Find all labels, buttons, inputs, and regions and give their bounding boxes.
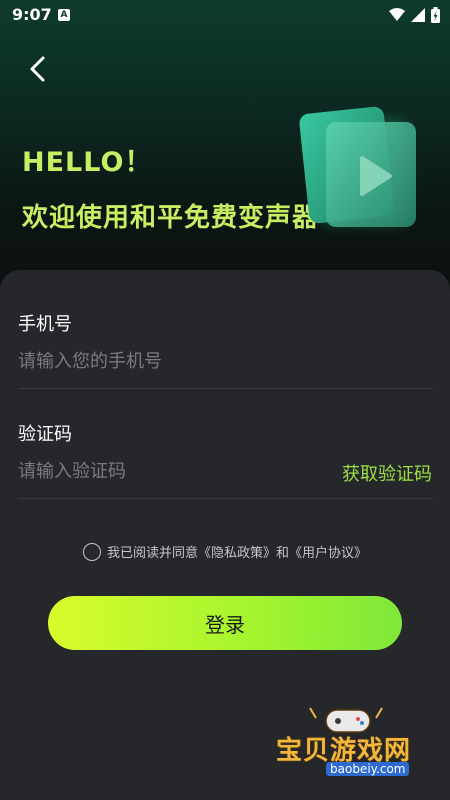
code-input[interactable] <box>18 456 278 486</box>
code-label: 验证码 <box>18 424 72 445</box>
status-bar: 9:07 A <box>0 0 450 32</box>
back-button[interactable] <box>22 52 56 86</box>
phone-input[interactable] <box>18 346 318 376</box>
get-code-button[interactable]: 获取验证码 <box>342 460 432 486</box>
phone-label: 手机号 <box>18 314 72 335</box>
wifi-icon <box>389 8 405 21</box>
code-divider <box>18 498 433 499</box>
battery-icon <box>431 7 440 23</box>
status-time: 9:07 <box>12 5 52 24</box>
video-play-icon <box>299 106 416 227</box>
chevron-left-icon <box>30 56 45 82</box>
welcome-heading: 欢迎使用和平免费变声器 <box>22 203 320 233</box>
watermark: 宝贝游戏网 baobeiy.com <box>270 700 430 790</box>
agreement-text[interactable]: 我已阅读并同意《隐私政策》和《用户协议》 <box>107 542 367 561</box>
watermark-domain: baobeiy.com <box>326 762 410 776</box>
status-icons <box>389 7 440 23</box>
agreement-row: 我已阅读并同意《隐私政策》和《用户协议》 <box>0 542 450 561</box>
login-button[interactable]: 登录 <box>48 596 402 650</box>
a-notification-icon: A <box>58 9 70 21</box>
hello-heading: HELLO！ <box>22 147 153 178</box>
phone-divider <box>18 388 433 389</box>
agree-checkbox[interactable] <box>82 542 101 561</box>
signal-icon <box>411 8 425 22</box>
